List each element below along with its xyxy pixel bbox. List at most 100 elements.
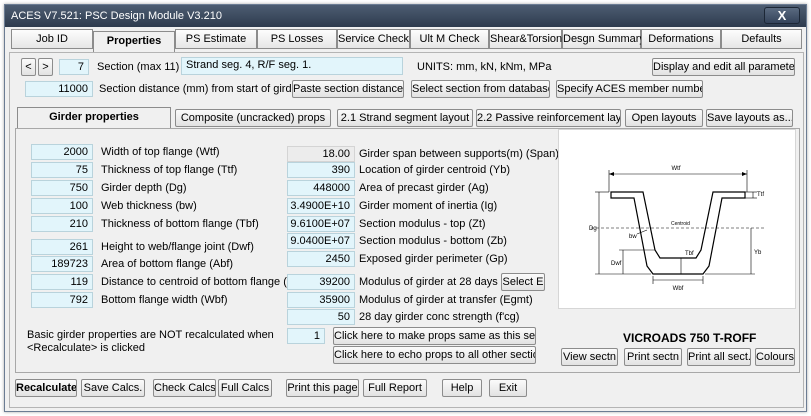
zt-label: Section modulus - top (Zt) <box>359 218 486 230</box>
tbf-label: Thickness of bottom flange (Tbf) <box>101 218 259 230</box>
tab-deformations[interactable]: Deformations <box>641 29 721 49</box>
bw-diagram-label: bw <box>629 234 637 240</box>
tab-defaults[interactable]: Defaults <box>721 29 802 49</box>
dwf-label: Height to web/flange joint (Dwf) <box>101 241 254 253</box>
title-bar: ACES V7.521: PSC Design Module V3.210 X <box>5 5 806 27</box>
ttf-label: Thickness of top flange (Ttf) <box>101 164 238 176</box>
ttf-diagram-label: Ttf <box>757 192 764 198</box>
tab-ult-m-check[interactable]: Ult M Check <box>410 29 489 49</box>
t-roff-section-drawing: Wtf Ttf Dg bw Centroid Yb Dwf Tbf Wbf <box>589 166 765 292</box>
tab-service-check[interactable]: Service Check <box>337 29 410 49</box>
dg-diagram-label: Dg <box>589 226 597 232</box>
gp-field[interactable]: 2450 <box>287 251 355 267</box>
fcg-field[interactable]: 50 <box>287 309 355 325</box>
bw-label: Web thickness (bw) <box>101 200 197 212</box>
eg-label: Modulus of girder at 28 days (Eg) <box>359 276 522 288</box>
ttf-field[interactable]: 75 <box>31 162 93 178</box>
tab-job-id[interactable]: Job ID <box>11 29 93 49</box>
subtab-girder-properties[interactable]: Girder properties <box>17 107 171 129</box>
subtab-composite-props[interactable]: Composite (uncracked) props <box>175 109 331 127</box>
zb-label: Section modulus - bottom (Zb) <box>359 235 507 247</box>
ig-field[interactable]: 3.4900E+10 <box>287 198 355 214</box>
dg-field[interactable]: 750 <box>31 180 93 196</box>
ig-label: Girder moment of inertia (Ig) <box>359 200 498 212</box>
select-e-button[interactable]: Select E <box>501 273 545 291</box>
section-label: Section (max 11) <box>97 61 180 73</box>
exit-button[interactable]: Exit <box>489 379 527 397</box>
centroid-diagram-label: Centroid <box>671 221 690 227</box>
zb-field[interactable]: 9.0400E+07 <box>287 233 355 249</box>
ybf-label: Distance to centroid of bottom flange (Y… <box>101 276 308 288</box>
dg-label: Girder depth (Dg) <box>101 182 187 194</box>
select-section-database-button[interactable]: Select section from database <box>411 80 550 98</box>
tab-shear-torsion[interactable]: Shear&Torsion <box>489 29 562 49</box>
prev-section-button[interactable]: < <box>21 58 36 76</box>
egmt-label: Modulus of girder at transfer (Egmt) <box>359 294 533 306</box>
paste-section-distances-button[interactable]: Paste section distances <box>292 80 404 98</box>
units-label: UNITS: mm, kN, kNm, MPa <box>417 61 552 73</box>
gp-label: Exposed girder perimeter (Gp) <box>359 253 508 265</box>
fcg-label: 28 day girder conc strength (f'cg) <box>359 311 520 323</box>
ag-label: Area of precast girder (Ag) <box>359 182 489 194</box>
print-all-sections-button[interactable]: Print all sect. <box>687 348 751 366</box>
yb-diagram-label: Yb <box>754 250 762 256</box>
zt-field[interactable]: 9.6100E+07 <box>287 216 355 232</box>
wbf-diagram-label: Wbf <box>673 286 684 292</box>
tbf-diagram-label: Tbf <box>685 251 694 257</box>
bw-field[interactable]: 100 <box>31 198 93 214</box>
specify-member-numbers-button[interactable]: Specify ACES member numbers <box>556 80 703 98</box>
section-distance-label: Section distance (mm) from start of gird… <box>99 83 318 95</box>
tbf-field[interactable]: 210 <box>31 216 93 232</box>
tab-ps-estimate[interactable]: PS Estimate <box>175 29 257 49</box>
abf-field[interactable]: 189723 <box>31 256 93 272</box>
recalc-note-line1: Basic girder properties are NOT recalcul… <box>27 329 274 341</box>
dwf-diagram-label: Dwf <box>611 261 622 267</box>
wtf-diagram-label: Wtf <box>672 166 681 172</box>
recalculate-button[interactable]: Recalculate <box>15 379 77 397</box>
aces-window: ACES V7.521: PSC Design Module V3.210 X … <box>4 4 807 412</box>
yb-label: Location of girder centroid (Yb) <box>359 164 511 176</box>
section-description-field[interactable]: Strand seg. 4, R/F seg. 1. <box>181 57 403 75</box>
tab-ps-losses[interactable]: PS Losses <box>257 29 337 49</box>
display-all-parameters-button[interactable]: Display and edit all parameters <box>652 58 795 76</box>
open-layouts-button[interactable]: Open layouts <box>625 109 703 127</box>
wtf-field[interactable]: 2000 <box>31 144 93 160</box>
view-section-button[interactable]: View sectn <box>561 348 618 366</box>
ag-field[interactable]: 448000 <box>287 180 355 196</box>
check-calcs-button[interactable]: Check Calcs <box>153 379 216 397</box>
tab-properties[interactable]: Properties <box>93 31 175 53</box>
save-calcs-button[interactable]: Save Calcs. <box>81 379 145 397</box>
same-section-field[interactable]: 1 <box>287 328 325 344</box>
section-distance-field[interactable]: 11000 <box>25 81 93 97</box>
subtab-passive-reinforcement-layout[interactable]: 2.2 Passive reinforcement layout <box>476 109 621 127</box>
wtf-label: Width of top flange (Wtf) <box>101 146 220 158</box>
section-diagram: Wtf Ttf Dg bw Centroid Yb Dwf Tbf Wbf <box>558 129 796 309</box>
window-title: ACES V7.521: PSC Design Module V3.210 <box>11 10 222 22</box>
full-calcs-button[interactable]: Full Calcs <box>218 379 272 397</box>
section-number-field[interactable]: 7 <box>59 59 89 75</box>
full-report-button[interactable]: Full Report <box>363 379 427 397</box>
yb-field[interactable]: 390 <box>287 162 355 178</box>
eg-field[interactable]: 39200 <box>287 274 355 290</box>
echo-props-button[interactable]: Click here to echo props to all other se… <box>333 346 536 364</box>
dwf-field[interactable]: 261 <box>31 239 93 255</box>
print-this-page-button[interactable]: Print this page <box>286 379 359 397</box>
span-field: 18.00 <box>287 146 355 162</box>
next-section-button[interactable]: > <box>38 58 53 76</box>
tab-desgn-summary[interactable]: Desgn Summary <box>562 29 645 49</box>
abf-label: Area of bottom flange (Abf) <box>101 258 234 270</box>
colours-button[interactable]: Colours <box>755 348 795 366</box>
egmt-field[interactable]: 35900 <box>287 292 355 308</box>
diagram-caption: VICROADS 750 T-ROFF <box>623 331 757 345</box>
make-props-same-button[interactable]: Click here to make props same as this se… <box>333 327 536 345</box>
span-label: Girder span between supports(m) (Span) <box>359 148 559 160</box>
save-layouts-as-button[interactable]: Save layouts as... <box>706 109 793 127</box>
recalc-note-line2: <Recalculate> is clicked <box>27 342 146 354</box>
print-section-button[interactable]: Print sectn <box>624 348 682 366</box>
help-button[interactable]: Help <box>442 379 482 397</box>
wbf-field[interactable]: 792 <box>31 292 93 308</box>
wbf-label: Bottom flange width (Wbf) <box>101 294 228 306</box>
close-button[interactable]: X <box>764 7 800 24</box>
ybf-field[interactable]: 119 <box>31 274 93 290</box>
subtab-strand-segment-layout[interactable]: 2.1 Strand segment layout <box>337 109 473 127</box>
